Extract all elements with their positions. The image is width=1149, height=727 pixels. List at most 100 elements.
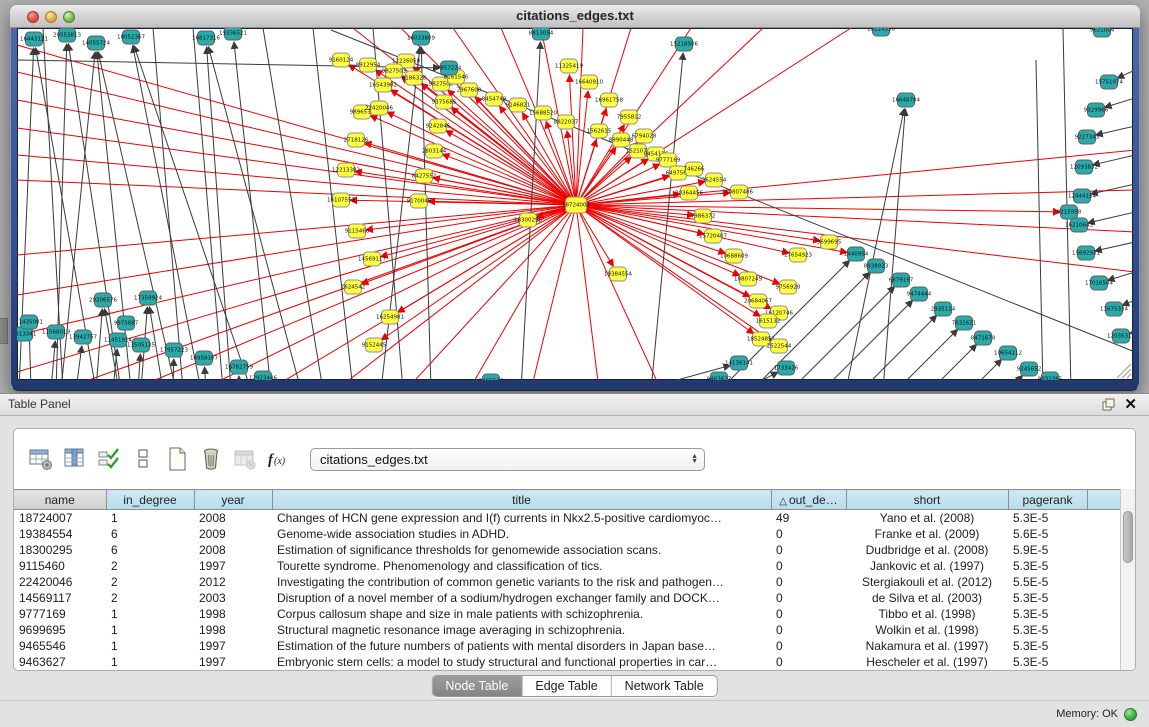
- graph-node[interactable]: 8938923: [864, 259, 889, 273]
- graph-node[interactable]: 8990448: [609, 133, 634, 147]
- graph-node[interactable]: 9621004: [1090, 28, 1115, 37]
- graph-node[interactable]: 18724007: [562, 197, 590, 213]
- graph-node[interactable]: 14136141: [725, 356, 753, 370]
- graph-edge[interactable]: [61, 205, 576, 380]
- table-row[interactable]: 911546021997Tourette syndrome. Phenomeno…: [14, 558, 1120, 574]
- graph-node[interactable]: 2967608: [457, 83, 482, 97]
- graph-node[interactable]: 15692931: [1072, 246, 1100, 260]
- graph-edge[interactable]: [398, 205, 576, 312]
- graph-node[interactable]: 8427552: [412, 169, 437, 183]
- graph-node[interactable]: 9699695: [817, 235, 842, 249]
- memory-ok-icon[interactable]: [1124, 708, 1137, 721]
- graph-node[interactable]: 746266: [684, 162, 705, 176]
- table-row[interactable]: 969969511998Structural magnetic resonanc…: [14, 622, 1120, 638]
- graph-edge[interactable]: [17, 45, 576, 205]
- graph-node[interactable]: 16640910: [575, 75, 603, 89]
- graph-edge[interactable]: [201, 205, 576, 380]
- graph-node[interactable]: 10688609: [720, 249, 748, 263]
- graph-edge[interactable]: [576, 28, 583, 205]
- graph-node[interactable]: 7986372: [691, 209, 716, 223]
- graph-node[interactable]: 7624542: [341, 280, 366, 294]
- graph-node[interactable]: 18807249: [734, 272, 762, 286]
- column-header-year[interactable]: year: [194, 490, 272, 510]
- show-columns-icon[interactable]: [58, 443, 92, 475]
- table-scrollbar[interactable]: [1120, 489, 1135, 670]
- graph-node[interactable]: 9756928: [776, 280, 801, 294]
- graph-edge[interactable]: [208, 47, 301, 380]
- graph-edge[interactable]: [823, 300, 913, 380]
- graph-node[interactable]: 9160124: [329, 53, 354, 67]
- graph-node[interactable]: 8186328: [402, 71, 427, 85]
- close-window-icon[interactable]: [27, 11, 39, 23]
- graph-node[interactable]: 12923446: [249, 371, 277, 380]
- graph-edge[interactable]: [1096, 126, 1133, 135]
- resize-grip-icon[interactable]: [1117, 364, 1131, 378]
- graph-edge[interactable]: [1063, 28, 1071, 380]
- column-header-pagerank[interactable]: pagerank: [1008, 490, 1087, 510]
- graph-edge[interactable]: [17, 205, 576, 295]
- graph-node[interactable]: 13942757: [69, 330, 97, 344]
- delete-column-icon[interactable]: [194, 443, 228, 475]
- graph-edge[interactable]: [381, 205, 576, 340]
- graph-node[interactable]: 20364456: [675, 186, 703, 200]
- graph-node[interactable]: 17359924: [134, 291, 162, 305]
- graph-node[interactable]: 16648784: [892, 93, 920, 107]
- graph-node[interactable]: 9329966: [1084, 103, 1109, 117]
- column-header-short[interactable]: short: [846, 490, 1008, 510]
- graph-edge[interactable]: [576, 205, 599, 380]
- graph-node[interactable]: 10807486: [725, 185, 753, 199]
- graph-edge[interactable]: [96, 309, 102, 380]
- graph-node[interactable]: 10654112: [994, 346, 1022, 360]
- graph-edge[interactable]: [1122, 300, 1133, 305]
- close-panel-icon[interactable]: ✕: [1124, 395, 1137, 413]
- table-row[interactable]: 1872400712008Changes of HCN gene express…: [14, 510, 1120, 527]
- graph-node[interactable]: 9146821: [506, 98, 531, 112]
- graph-node[interactable]: 18124336: [867, 28, 895, 36]
- graph-node[interactable]: 17957223: [160, 343, 188, 357]
- graph-node[interactable]: 6879197: [889, 273, 914, 287]
- graph-edge[interactable]: [576, 205, 613, 266]
- graph-edge[interactable]: [1093, 155, 1133, 165]
- zoom-window-icon[interactable]: [63, 11, 75, 23]
- graph-node[interactable]: 3624554: [702, 173, 727, 187]
- graph-node[interactable]: 19384554: [604, 267, 632, 281]
- graph-edge[interactable]: [1091, 184, 1133, 194]
- graph-edge[interactable]: [366, 205, 576, 230]
- graph-edge[interactable]: [576, 205, 1133, 272]
- graph-edge[interactable]: [1036, 60, 1043, 380]
- table-row[interactable]: 946554611997Estimation of the future num…: [14, 638, 1120, 654]
- graph-node[interactable]: 8454749: [482, 92, 507, 106]
- table-mode-icon[interactable]: [126, 443, 160, 475]
- delete-table-icon[interactable]: [228, 443, 262, 475]
- graph-edge[interactable]: [97, 52, 131, 380]
- graph-node[interactable]: 9115460: [345, 224, 370, 238]
- graph-node[interactable]: 11435081: [17, 315, 43, 329]
- graph-node[interactable]: 2935114: [931, 302, 956, 316]
- select-columns-icon[interactable]: [92, 443, 126, 475]
- graph-node[interactable]: 17654923: [784, 248, 812, 262]
- graph-edge[interactable]: [846, 109, 904, 380]
- graph-node[interactable]: 9777169: [656, 153, 681, 167]
- graph-node[interactable]: 7632621: [952, 316, 977, 330]
- table-row[interactable]: 977716911998Corpus callosum shape and si…: [14, 606, 1120, 622]
- graph-edge[interactable]: [743, 372, 778, 380]
- column-header-title[interactable]: title: [272, 490, 771, 510]
- graph-node[interactable]: 8822037: [554, 115, 579, 129]
- graph-edge[interactable]: [1117, 70, 1133, 78]
- graph-edge[interactable]: [138, 354, 140, 380]
- table-row[interactable]: 1456911722003Disruption of a novel membe…: [14, 590, 1120, 606]
- tab-node-table[interactable]: Node Table: [432, 676, 522, 696]
- graph-node[interactable]: 1733426: [774, 361, 799, 375]
- window-titlebar[interactable]: citations_edges.txt: [10, 5, 1140, 28]
- table-selector-dropdown[interactable]: citations_edges.txt ▲▼: [310, 448, 705, 471]
- graph-edge[interactable]: [569, 75, 576, 205]
- graph-edge[interactable]: [576, 147, 616, 205]
- graph-node[interactable]: 8813054: [529, 28, 554, 40]
- graph-node[interactable]: 16817316: [192, 31, 220, 45]
- graph-node[interactable]: 1615132: [756, 314, 781, 328]
- graph-node[interactable]: 9245652: [1017, 362, 1042, 376]
- table-row[interactable]: 946362711997Embryonic stem cells: a mode…: [14, 654, 1120, 670]
- graph-node[interactable]: 17016504: [1085, 276, 1113, 290]
- graph-edge[interactable]: [446, 130, 576, 205]
- graph-node[interactable]: 11325419: [555, 59, 583, 73]
